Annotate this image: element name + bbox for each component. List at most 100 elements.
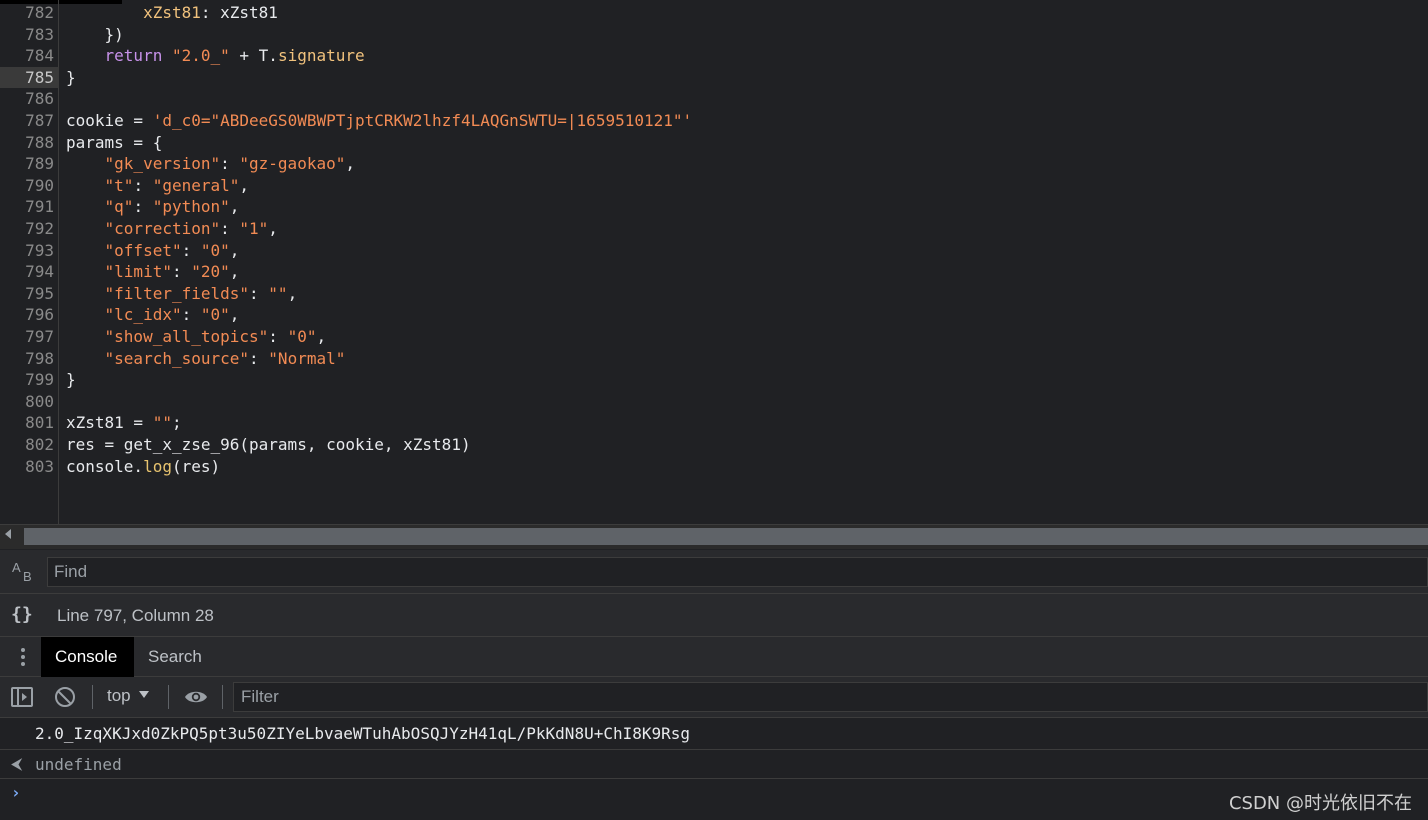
line-number[interactable]: 796: [0, 304, 54, 326]
code-token: :: [249, 348, 269, 368]
line-number[interactable]: 789: [0, 153, 54, 175]
code-token: :: [181, 240, 201, 260]
code-line[interactable]: 789 "gk_version": "gz-gaokao",: [0, 153, 1428, 175]
line-text: console.log(res): [66, 456, 220, 478]
eye-icon[interactable]: [184, 689, 208, 705]
code-token: }): [66, 24, 124, 44]
code-line[interactable]: 800: [0, 391, 1428, 413]
line-number[interactable]: 795: [0, 283, 54, 305]
line-number[interactable]: 787: [0, 110, 54, 132]
toolbar-divider: [222, 685, 223, 709]
code-token: "correction": [104, 219, 221, 238]
line-number[interactable]: 782: [0, 2, 54, 24]
code-token: :: [133, 175, 153, 195]
line-number[interactable]: 803: [0, 456, 54, 478]
code-token: return: [104, 46, 163, 66]
console-filter-input[interactable]: [233, 682, 1428, 712]
code-line[interactable]: 788 params = {: [0, 132, 1428, 154]
horizontal-scrollbar[interactable]: [0, 524, 1428, 549]
line-number[interactable]: 801: [0, 412, 54, 434]
line-number[interactable]: 784: [0, 45, 54, 67]
scroll-left-icon[interactable]: [5, 529, 11, 539]
return-value[interactable]: undefined: [35, 755, 122, 774]
pretty-print-icon[interactable]: {}: [11, 604, 33, 625]
code-line[interactable]: 803 console.log(res): [0, 456, 1428, 478]
code-line[interactable]: 787 cookie = 'd_c0="ABDeeGS0WBWPTjptCRKW2…: [0, 110, 1428, 132]
find-input[interactable]: [47, 557, 1428, 587]
match-case-icon[interactable]: A B: [11, 560, 37, 584]
code-token: "offset": [104, 240, 182, 260]
code-token: 'd_c0="ABDeeGS0WBWPTjptCRKW2lhzf4LAQGnSW…: [152, 111, 693, 130]
console-log-message: 2.0_IzqXKJxd0ZkPQ5pt3u50ZIYeLbvaeWTuhAbO…: [0, 718, 1428, 750]
line-number[interactable]: 792: [0, 218, 54, 240]
tab-console[interactable]: Console: [41, 637, 134, 677]
code-line[interactable]: 792 "correction": "1",: [0, 218, 1428, 240]
code-line[interactable]: 796 "lc_idx": "0",: [0, 304, 1428, 326]
line-number[interactable]: 793: [0, 240, 54, 262]
line-text: }: [66, 67, 76, 89]
console-sidebar-icon[interactable]: [11, 687, 33, 707]
code-line[interactable]: 799}: [0, 369, 1428, 391]
code-line[interactable]: 791 "q": "python",: [0, 196, 1428, 218]
line-number[interactable]: 799: [0, 369, 54, 391]
code-token: :: [220, 219, 240, 238]
scrollbar-thumb[interactable]: [24, 528, 1428, 545]
line-number[interactable]: 790: [0, 175, 54, 197]
watermark: CSDN @时光依旧不在: [1228, 793, 1412, 814]
code-token: : xZst81: [200, 3, 278, 22]
line-text: "t": "general",: [66, 175, 250, 197]
return-arrow-icon: ⮜: [11, 754, 23, 773]
code-token: "python": [152, 197, 230, 217]
tab-search[interactable]: Search: [134, 637, 216, 677]
line-number[interactable]: 783: [0, 24, 54, 46]
code-token: xZst81 =: [66, 413, 153, 433]
code-editor[interactable]: 782 xZst81: xZst81 783 }) 784 return "2.0_…: [0, 0, 1428, 524]
code-token: console.: [66, 456, 144, 476]
code-token: "general": [152, 175, 240, 195]
line-number[interactable]: 798: [0, 348, 54, 370]
code-line[interactable]: 784 return "2.0_" + T.signature: [0, 45, 1428, 67]
code-line[interactable]: 785}: [0, 66, 1428, 89]
line-text: xZst81: xZst81: [66, 2, 278, 24]
line-number[interactable]: 800: [0, 391, 54, 413]
code-line[interactable]: 786: [0, 88, 1428, 110]
drawer-tab-bar: Console Search: [0, 637, 1428, 677]
line-text: "limit": "20",: [66, 261, 240, 283]
line-number[interactable]: 791: [0, 196, 54, 218]
line-number[interactable]: 797: [0, 326, 54, 348]
caret-down-icon: [138, 691, 149, 698]
code-line[interactable]: 798 "search_source": "Normal": [0, 348, 1428, 370]
code-token: "lc_idx": [104, 305, 182, 325]
code-line[interactable]: 793 "offset": "0",: [0, 240, 1428, 262]
code-token: "Normal": [268, 348, 346, 368]
code-token: ,: [229, 197, 240, 217]
code-line[interactable]: 797 "show_all_topics": "0",: [0, 326, 1428, 348]
code-line[interactable]: 795 "filter_fields": "",: [0, 283, 1428, 305]
find-bar: A B: [0, 550, 1428, 594]
line-text: xZst81 = "";: [66, 412, 182, 434]
code-token: "gz-gaokao": [239, 154, 346, 174]
line-number[interactable]: 785: [0, 66, 59, 89]
line-text: "search_source": "Normal": [66, 348, 346, 370]
code-line[interactable]: 783 }): [0, 24, 1428, 46]
line-number[interactable]: 786: [0, 88, 54, 110]
code-line[interactable]: 794 "limit": "20",: [0, 261, 1428, 283]
more-options-icon[interactable]: [18, 647, 28, 667]
line-number[interactable]: 802: [0, 434, 54, 456]
code-line[interactable]: 802 res = get_x_zse_96(params, cookie, xZ…: [0, 434, 1428, 456]
context-selector[interactable]: top: [107, 686, 149, 706]
code-token: res = get_x_zse_96(params, cookie, xZst8…: [66, 435, 471, 454]
code-line[interactable]: 790 "t": "general",: [0, 175, 1428, 197]
code-line[interactable]: 801 xZst81 = "";: [0, 412, 1428, 434]
line-number[interactable]: 788: [0, 132, 54, 154]
console-prompt[interactable]: › CSDN @时光依旧不在: [0, 779, 1428, 820]
log-value[interactable]: 2.0_IzqXKJxd0ZkPQ5pt3u50ZIYeLbvaeWTuhAbO…: [35, 724, 690, 743]
line-number[interactable]: 794: [0, 261, 54, 283]
code-line[interactable]: 782 xZst81: xZst81: [0, 2, 1428, 24]
clear-console-icon[interactable]: [55, 687, 75, 707]
